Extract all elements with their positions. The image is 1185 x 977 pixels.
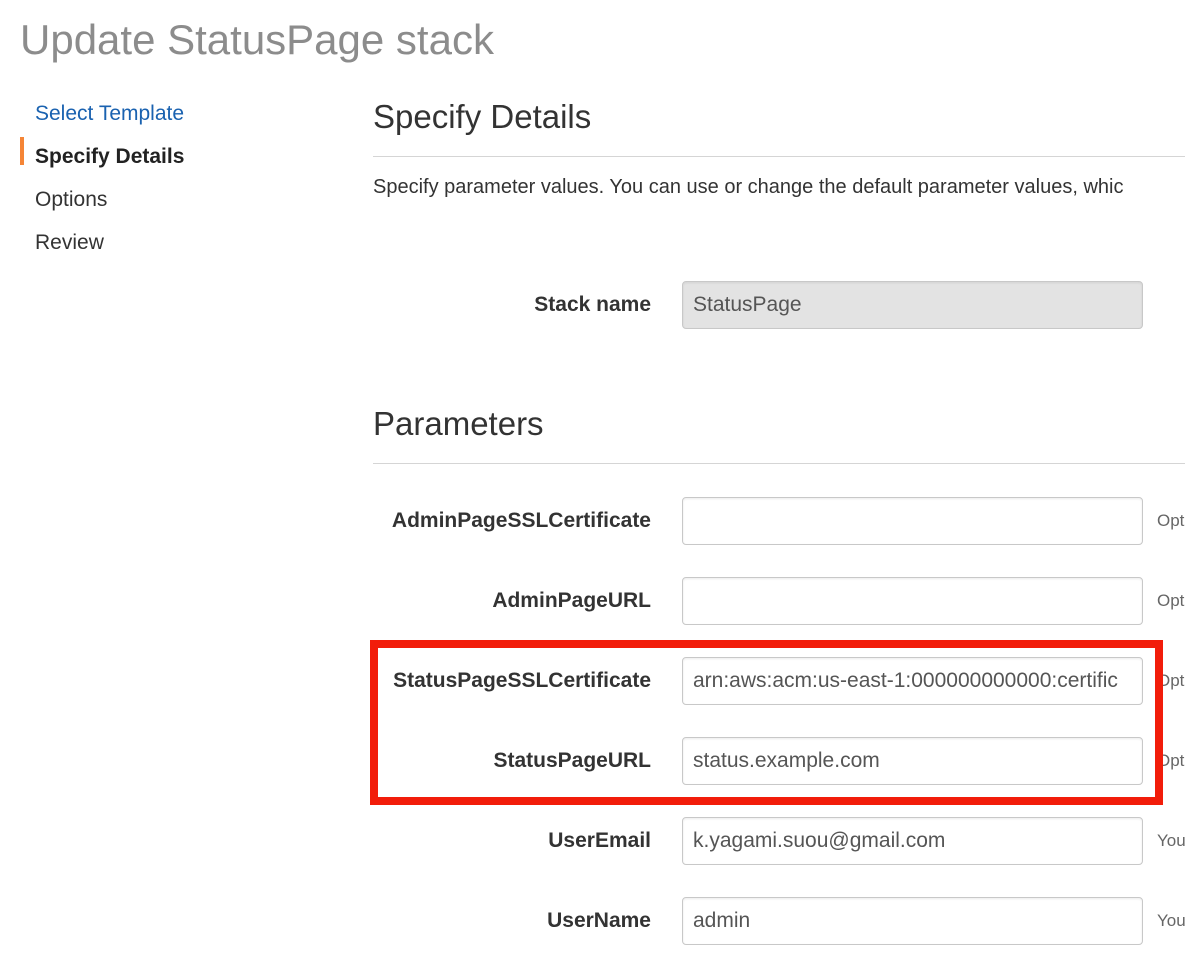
param-hint: Opt (1157, 511, 1185, 530)
status-page-ssl-certificate-input[interactable] (682, 657, 1143, 705)
param-row-admin-page-ssl-certificate: AdminPageSSLCertificate Opt (373, 497, 1185, 545)
specify-details-heading: Specify Details (373, 98, 592, 135)
param-label: AdminPageURL (492, 589, 651, 612)
parameters-heading: Parameters (373, 405, 544, 442)
status-page-url-input[interactable] (682, 737, 1143, 785)
param-label: UserEmail (548, 829, 651, 852)
param-label: StatusPageSSLCertificate (393, 669, 651, 692)
param-label: UserName (547, 909, 651, 932)
param-row-status-page-ssl-certificate: StatusPageSSLCertificate Opt (373, 657, 1185, 705)
step-review: Review (35, 231, 104, 254)
user-email-input[interactable] (682, 817, 1143, 865)
admin-page-url-input[interactable] (682, 577, 1143, 625)
details-description: Specify parameter values. You can use or… (373, 176, 1124, 198)
param-label: StatusPageURL (493, 749, 651, 772)
section-divider (373, 156, 1185, 157)
param-hint: You (1157, 911, 1185, 930)
stack-name-input (682, 281, 1143, 329)
admin-page-ssl-certificate-input[interactable] (682, 497, 1143, 545)
step-select-template[interactable]: Select Template (0, 92, 300, 135)
param-hint: You (1157, 831, 1185, 850)
stack-name-label: Stack name (534, 293, 651, 316)
param-hint: Opt (1157, 591, 1185, 610)
step-specify-details[interactable]: Specify Details (0, 135, 300, 178)
param-row-status-page-url: StatusPageURL Opt (373, 737, 1185, 785)
param-row-admin-page-url: AdminPageURL Opt (373, 577, 1185, 625)
user-name-input[interactable] (682, 897, 1143, 945)
step-options: Options (35, 188, 108, 211)
param-label: AdminPageSSLCertificate (391, 509, 651, 532)
main-content: Specify Details Specify parameter values… (373, 0, 1185, 977)
param-hint: Opt (1157, 671, 1185, 690)
param-row-user-name: UserName You (373, 897, 1185, 945)
param-row-user-email: UserEmail You (373, 817, 1185, 865)
param-hint: Opt (1157, 751, 1185, 770)
stack-name-row: Stack name (373, 281, 1185, 329)
wizard-steps-nav: Select Template Specify Details Options … (0, 92, 300, 264)
parameters-divider (373, 463, 1185, 464)
update-stack-page: Update StatusPage stack Select Template … (0, 0, 1185, 977)
